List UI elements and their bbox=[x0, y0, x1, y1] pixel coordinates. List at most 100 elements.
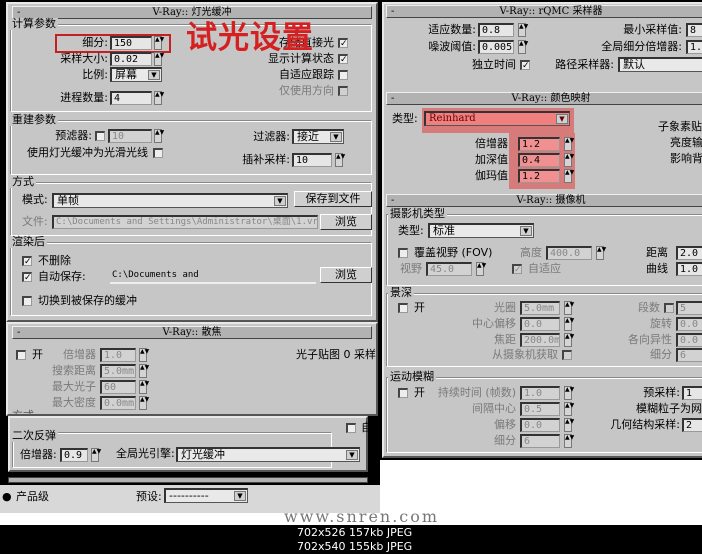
interval-input[interactable]: 0.5 bbox=[520, 402, 560, 416]
from-camera-checkbox[interactable] bbox=[562, 350, 572, 360]
collapse-icon[interactable]: - bbox=[391, 195, 394, 206]
dirs-only-checkbox[interactable] bbox=[338, 86, 348, 96]
collapse-icon[interactable]: - bbox=[17, 327, 20, 338]
center-bias-label: 中心偏移 bbox=[472, 317, 516, 330]
camera-rollout-header[interactable]: - V-Ray:: 摄像机 bbox=[386, 194, 702, 207]
prefilter-checkbox[interactable] bbox=[95, 131, 105, 141]
group-label: 重建参数 bbox=[10, 113, 58, 126]
dof-on-checkbox[interactable] bbox=[398, 303, 408, 313]
scale-dropdown[interactable]: 屏幕 ▼ bbox=[110, 67, 162, 82]
max-photons-input[interactable]: 60 bbox=[100, 380, 136, 394]
gamma-input[interactable]: 1.2 bbox=[518, 169, 560, 183]
show-calc-checkbox[interactable]: ✓ bbox=[338, 54, 348, 65]
interp-input[interactable]: 10 bbox=[292, 153, 332, 167]
color-mult-spinner[interactable]: ▲▼ bbox=[564, 137, 574, 151]
global-mult-input[interactable]: 1.0 bbox=[686, 40, 702, 54]
partial-auto-checkbox[interactable] bbox=[346, 423, 356, 433]
file-path-input[interactable]: C:\Documents and Settings\Administrator\… bbox=[52, 215, 318, 229]
sides-input[interactable]: 5 bbox=[676, 301, 702, 315]
secondary-mult-input[interactable]: 0.9 bbox=[60, 448, 88, 462]
dof-subdivs-input[interactable]: 6 bbox=[676, 348, 702, 362]
burn-input[interactable]: 0.4 bbox=[518, 153, 560, 167]
adapt-spinner[interactable]: ▲▼ bbox=[518, 23, 528, 37]
min-samples-input[interactable]: 8 bbox=[686, 23, 702, 37]
fov-input[interactable]: 45.0 bbox=[426, 262, 472, 276]
rotation-input[interactable]: 0.0 bbox=[676, 317, 702, 331]
geo-samples-input[interactable]: 2 bbox=[682, 418, 702, 432]
gi-engine-dropdown[interactable]: 灯光缓冲 ▼ bbox=[176, 447, 360, 462]
caustics-mult-input[interactable]: 1.0 bbox=[100, 348, 136, 362]
search-dist-label: 搜索距离 bbox=[52, 364, 96, 377]
interp-spinner[interactable]: ▲▼ bbox=[335, 153, 345, 167]
mb-subdivs-spinner[interactable]: ▲▼ bbox=[564, 434, 574, 448]
presample-input[interactable]: 1 bbox=[682, 386, 702, 400]
aperture-spinner[interactable]: ▲▼ bbox=[564, 301, 574, 315]
passes-input[interactable]: 4 bbox=[110, 91, 152, 105]
search-dist-spinner[interactable]: ▲▼ bbox=[139, 364, 149, 378]
prefilter-spinner[interactable]: ▲▼ bbox=[154, 129, 164, 143]
max-density-spinner[interactable]: ▲▼ bbox=[139, 396, 149, 410]
secondary-mult-spinner[interactable]: ▲▼ bbox=[91, 448, 101, 462]
color-mult-input[interactable]: 1.2 bbox=[518, 137, 560, 151]
adaptive-checkbox[interactable] bbox=[338, 70, 348, 80]
auto-save-checkbox[interactable]: ✓ bbox=[22, 272, 32, 283]
filter-dropdown[interactable]: 接近 ▼ bbox=[292, 129, 344, 144]
focal-spinner[interactable]: ▲▼ bbox=[564, 333, 574, 347]
height-input[interactable]: 400.0 bbox=[546, 246, 592, 260]
blur-particles-label: 模糊粒子为网格 bbox=[636, 402, 702, 415]
dont-delete-checkbox[interactable]: ✓ bbox=[22, 256, 32, 267]
bias-input[interactable]: 0.0 bbox=[520, 418, 560, 432]
curve-input[interactable]: 1.0 bbox=[676, 262, 702, 276]
mode-dropdown[interactable]: 单帧 ▼ bbox=[52, 193, 288, 208]
mb-on-checkbox[interactable] bbox=[398, 388, 408, 398]
store-direct-checkbox[interactable]: ✓ bbox=[338, 38, 348, 49]
rqmc-rollout-header[interactable]: - V-Ray:: rQMC 采样器 bbox=[386, 5, 702, 18]
collapse-icon[interactable]: - bbox=[391, 6, 394, 17]
preset-dropdown[interactable]: ---------- ▼ bbox=[164, 488, 248, 503]
sides-checkbox[interactable] bbox=[664, 303, 674, 313]
mb-subdivs-label: 细分 bbox=[494, 434, 516, 447]
search-dist-input[interactable]: 5.0mm bbox=[100, 364, 136, 378]
collapse-icon[interactable]: - bbox=[391, 93, 394, 104]
production-radio[interactable]: ● bbox=[2, 490, 12, 504]
noise-spinner[interactable]: ▲▼ bbox=[518, 40, 528, 54]
caustics-rollout-header[interactable]: - V-Ray:: 散焦 bbox=[12, 326, 372, 339]
height-spinner[interactable]: ▲▼ bbox=[596, 246, 606, 260]
fov-override-checkbox[interactable] bbox=[398, 248, 408, 258]
anisotropy-input[interactable]: 0.0 bbox=[676, 333, 702, 347]
fov-spinner[interactable]: ▲▼ bbox=[476, 262, 486, 276]
max-density-input[interactable]: 0.0mm bbox=[100, 396, 136, 410]
save-to-file-button[interactable]: 保存到文件 bbox=[294, 191, 372, 207]
use-glossy-checkbox[interactable] bbox=[153, 148, 163, 158]
aperture-input[interactable]: 5.0mm bbox=[520, 301, 560, 315]
time-indep-checkbox[interactable]: ✓ bbox=[520, 60, 530, 71]
auto-fit-checkbox[interactable]: ✓ bbox=[512, 264, 522, 275]
focal-input[interactable]: 200.0mm bbox=[520, 333, 560, 347]
duration-spinner[interactable]: ▲▼ bbox=[564, 386, 574, 400]
caustics-on-checkbox[interactable] bbox=[16, 350, 26, 360]
burn-spinner[interactable]: ▲▼ bbox=[564, 153, 574, 167]
color-mapping-rollout-header[interactable]: - V-Ray:: 颜色映射 bbox=[386, 92, 702, 105]
path-sampler-dropdown[interactable]: 默认 bbox=[618, 57, 702, 72]
noise-input[interactable]: 0.005 bbox=[478, 40, 514, 54]
caustics-mult-spinner[interactable]: ▲▼ bbox=[139, 348, 149, 362]
prefilter-input[interactable]: 10 bbox=[108, 129, 152, 143]
mb-subdivs-input[interactable]: 6 bbox=[520, 434, 560, 448]
passes-spinner[interactable]: ▲▼ bbox=[154, 91, 164, 105]
color-type-dropdown[interactable]: Reinhard ▼ bbox=[424, 111, 570, 126]
adapt-input[interactable]: 0.8 bbox=[478, 23, 514, 37]
browse-autosave-button[interactable]: 浏览 bbox=[320, 267, 372, 283]
center-bias-spinner[interactable]: ▲▼ bbox=[564, 317, 574, 331]
bias-spinner[interactable]: ▲▼ bbox=[564, 418, 574, 432]
browse-file-button[interactable]: 浏览 bbox=[320, 214, 372, 230]
duration-input[interactable]: 1.0 bbox=[520, 386, 560, 400]
sample-size-input[interactable]: 0.02 bbox=[110, 52, 152, 66]
switch-saved-checkbox[interactable] bbox=[22, 296, 32, 306]
distance-input[interactable]: 2.0 bbox=[676, 246, 702, 260]
camera-type-dropdown[interactable]: 标准 ▼ bbox=[428, 223, 534, 238]
center-bias-input[interactable]: 0.0 bbox=[520, 317, 560, 331]
interval-spinner[interactable]: ▲▼ bbox=[564, 402, 574, 416]
gamma-spinner[interactable]: ▲▼ bbox=[564, 169, 574, 183]
sample-size-spinner[interactable]: ▲▼ bbox=[154, 52, 164, 66]
max-photons-spinner[interactable]: ▲▼ bbox=[139, 380, 149, 394]
